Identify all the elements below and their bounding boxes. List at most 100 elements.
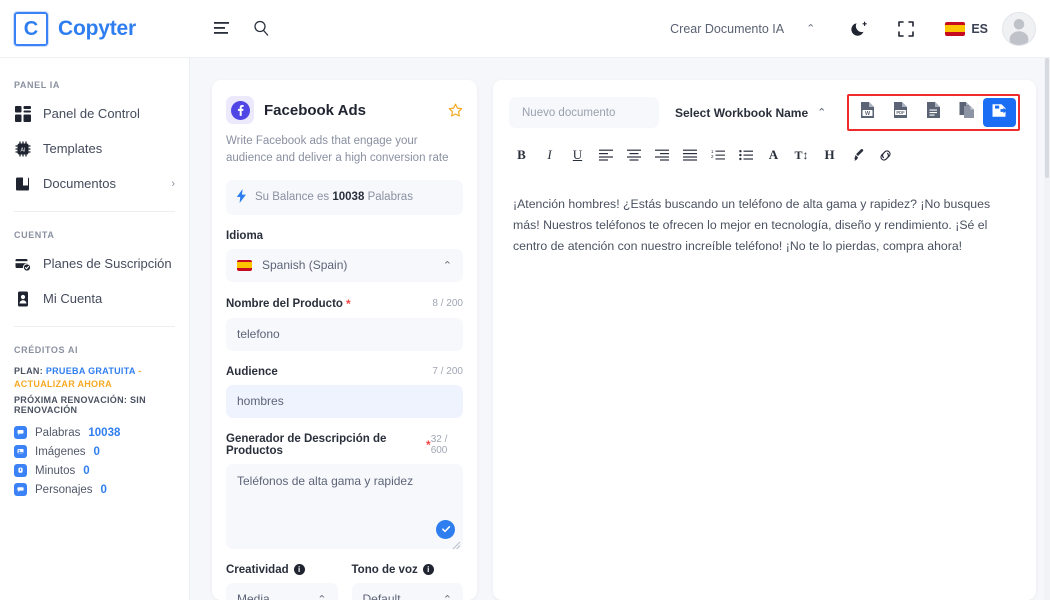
- product-counter: 8 / 200: [432, 298, 463, 309]
- sidebar: PANEL IA Panel de Control AI Templates D…: [0, 58, 190, 600]
- subscription-icon: [14, 255, 31, 272]
- main-content: Facebook Ads Write Facebook ads that eng…: [190, 58, 1050, 600]
- language-code: ES: [971, 21, 988, 36]
- characters-credit-icon: [14, 483, 27, 497]
- copy-icon: [958, 101, 975, 124]
- audience-field-label: Audience 7 / 200: [226, 366, 463, 378]
- description-counter: 32 / 600: [430, 433, 448, 456]
- unordered-list-button[interactable]: [733, 144, 758, 166]
- create-document-chevron-up-icon[interactable]: ⌃: [794, 22, 837, 35]
- search-icon[interactable]: [253, 20, 270, 37]
- product-description-textarea[interactable]: Teléfonos de alta gama y rapidez: [226, 463, 463, 549]
- info-icon[interactable]: i: [422, 564, 434, 575]
- heading-button[interactable]: H: [817, 144, 842, 166]
- sidebar-item-planes-de-suscripcion[interactable]: Planes de Suscripción: [0, 246, 189, 281]
- form-card-header: Facebook Ads: [226, 96, 463, 124]
- document-name-input[interactable]: Nuevo documento: [509, 97, 659, 128]
- compress-icon[interactable]: [883, 20, 929, 38]
- italic-button[interactable]: I: [537, 144, 562, 166]
- align-justify-button[interactable]: [677, 144, 702, 166]
- credit-value: 10038: [88, 426, 121, 439]
- font-size-button[interactable]: T↕: [789, 144, 814, 166]
- save-export-icon: [991, 102, 1008, 124]
- credit-row-palabras: Palabras 10038: [0, 423, 189, 442]
- page-scrollbar[interactable]: [1044, 58, 1050, 600]
- ordered-list-button[interactable]: 1 2: [705, 144, 730, 166]
- product-name-input[interactable]: telefono: [226, 317, 463, 351]
- language-label-text: Idioma: [226, 229, 264, 242]
- export-pdf-button[interactable]: PDF: [884, 98, 917, 127]
- star-favorite-icon[interactable]: [448, 103, 463, 118]
- sidebar-item-documentos[interactable]: Documentos ›: [0, 166, 189, 201]
- font-color-glyph: A: [768, 147, 779, 162]
- svg-text:PDF: PDF: [896, 110, 905, 115]
- product-field-label: Nombre del Producto * 8 / 200: [226, 297, 463, 311]
- copy-document-button[interactable]: [950, 98, 983, 127]
- form-description: Write Facebook ads that engage your audi…: [226, 135, 449, 165]
- language-select[interactable]: Spanish (Spain) ⌃: [226, 248, 463, 282]
- tone-field: Tono de voz i Default ⌃: [351, 549, 463, 600]
- language-field-label: Idioma: [226, 230, 463, 242]
- text-file-icon: [925, 101, 942, 124]
- export-word-button[interactable]: W: [851, 98, 884, 127]
- language-selector[interactable]: ES: [929, 21, 1002, 36]
- sidebar-item-label: Mi Cuenta: [43, 291, 103, 306]
- italic-glyph: I: [547, 147, 552, 162]
- create-document-ai-button[interactable]: Crear Documento IA: [660, 22, 794, 36]
- credit-value: 0: [100, 483, 107, 496]
- link-button[interactable]: [873, 144, 898, 166]
- font-color-button[interactable]: A: [761, 144, 786, 166]
- workbook-select[interactable]: Select Workbook Name ⌃: [671, 106, 830, 120]
- account-card-icon: [14, 290, 31, 307]
- hamburger-icon[interactable]: [214, 21, 231, 36]
- align-left-button[interactable]: [593, 144, 618, 166]
- credit-label: Imágenes: [35, 445, 86, 458]
- tone-select[interactable]: Default ⌃: [351, 582, 463, 600]
- balance-value: 10038: [332, 191, 365, 203]
- credit-label: Palabras: [35, 426, 81, 439]
- chip-ai-icon: AI: [14, 140, 31, 157]
- avatar[interactable]: [1002, 11, 1036, 46]
- plan-name: PRUEBA GRATUITA: [45, 366, 136, 376]
- creativity-tone-row: Creatividad i Media ⌃ Tono de voz i Defa…: [226, 549, 463, 600]
- balance-suffix: Palabras: [367, 191, 413, 203]
- align-center-button[interactable]: [621, 144, 646, 166]
- word-file-icon: W: [859, 101, 876, 124]
- book-icon: [14, 175, 31, 192]
- audience-counter: 7 / 200: [432, 366, 463, 377]
- audience-input[interactable]: hombres: [226, 384, 463, 418]
- brush-button[interactable]: [845, 144, 870, 166]
- plan-separator: -: [138, 366, 142, 376]
- pdf-file-icon: PDF: [892, 101, 909, 124]
- tone-label-text: Tono de voz: [351, 563, 418, 576]
- font-size-glyph: T↕: [794, 147, 809, 162]
- chevron-up-icon: ⌃: [317, 593, 327, 600]
- align-left-icon: [598, 149, 613, 161]
- creativity-select[interactable]: Media ⌃: [226, 582, 338, 600]
- document-content[interactable]: ¡Atención hombres! ¿Estás buscando un te…: [509, 194, 1020, 257]
- sidebar-item-mi-cuenta[interactable]: Mi Cuenta: [0, 281, 189, 316]
- product-description-value: Teléfonos de alta gama y rapidez: [237, 473, 414, 488]
- underline-button[interactable]: U: [565, 144, 590, 166]
- bold-button[interactable]: B: [509, 144, 534, 166]
- export-text-button[interactable]: [917, 98, 950, 127]
- textarea-resize-handle[interactable]: [452, 539, 461, 549]
- brand-logo[interactable]: C Copyter: [0, 10, 190, 47]
- description-field-label: Generador de Descripción de Productos * …: [226, 433, 463, 457]
- creativity-label-text: Creatividad: [226, 563, 289, 576]
- check-icon[interactable]: [436, 519, 455, 539]
- sidebar-item-templates[interactable]: AI Templates: [0, 131, 189, 166]
- plan-upgrade-link[interactable]: ACTUALIZAR AHORA: [14, 379, 112, 389]
- sidebar-item-panel-de-control[interactable]: Panel de Control: [0, 96, 189, 131]
- scrollbar-thumb[interactable]: [1045, 58, 1049, 178]
- heading-glyph: H: [824, 147, 835, 162]
- align-right-button[interactable]: [649, 144, 674, 166]
- minutes-credit-icon: [14, 464, 27, 478]
- dashboard-icon: [14, 105, 31, 122]
- moon-icon[interactable]: [837, 20, 883, 38]
- save-document-button[interactable]: [983, 98, 1016, 127]
- align-center-icon: [626, 149, 641, 161]
- creativity-field-label: Creatividad i: [226, 564, 338, 576]
- logo-letter: C: [23, 17, 39, 40]
- info-icon[interactable]: i: [293, 564, 305, 575]
